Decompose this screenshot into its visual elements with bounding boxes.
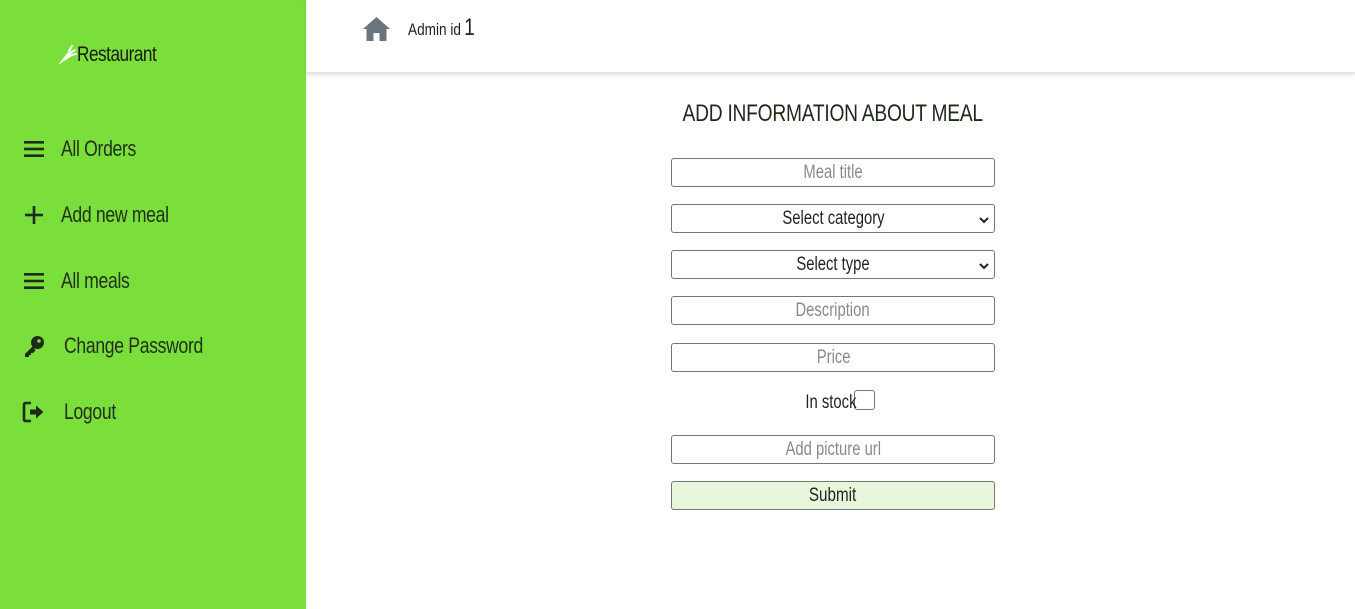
list-icon [22, 269, 46, 293]
sidebar-item-change-password[interactable]: Change Password [22, 331, 238, 361]
top-bar: Admin id 1 [306, 0, 1355, 73]
sidebar-item-add-new-meal[interactable]: Add new meal [22, 200, 196, 230]
sidebar-item-label: Change Password [64, 333, 204, 358]
logout-icon [22, 400, 46, 424]
sidebar-item-all-meals[interactable]: All meals [22, 266, 147, 296]
category-select-value: Select category [781, 207, 885, 229]
admin-label: Admin id [408, 20, 461, 39]
brand[interactable]: Restaurant [55, 40, 174, 70]
picture-url-input[interactable]: Add picture url [671, 435, 995, 464]
sidebar-item-logout[interactable]: Logout [22, 397, 129, 427]
admin-info: Admin id 1 [408, 14, 475, 42]
sidebar-item-label: All Orders [61, 136, 137, 161]
sidebar-item-label: All meals [61, 268, 130, 293]
type-select[interactable]: Select type [671, 250, 995, 279]
picture-url-placeholder: Add picture url [785, 438, 881, 460]
carrot-icon [55, 43, 77, 67]
submit-button[interactable]: Submit [671, 481, 995, 510]
sidebar-item-all-orders[interactable]: All Orders [22, 134, 155, 164]
in-stock-label: In stock [805, 392, 857, 413]
brand-name: Restaurant [77, 43, 157, 66]
price-input[interactable]: Price [671, 343, 995, 372]
price-placeholder: Price [816, 346, 851, 368]
list-icon [22, 137, 46, 161]
in-stock-checkbox[interactable] [854, 390, 876, 410]
key-icon [22, 334, 46, 358]
form-title: ADD INFORMATION ABOUT MEAL [682, 100, 984, 127]
sidebar-item-label: Add new meal [61, 202, 169, 227]
meal-title-input[interactable]: Meal title [671, 158, 995, 187]
chevron-down-icon [978, 213, 990, 225]
submit-label: Submit [809, 484, 857, 506]
admin-id: 1 [464, 14, 475, 41]
sidebar: Restaurant All Orders Add new meal All m… [0, 0, 306, 609]
category-select[interactable]: Select category [671, 204, 995, 233]
in-stock-row: In stock [671, 388, 995, 418]
description-placeholder: Description [795, 299, 871, 321]
description-input[interactable]: Description [671, 296, 995, 325]
home-icon[interactable] [362, 16, 391, 42]
chevron-down-icon [978, 259, 990, 271]
type-select-value: Select type [796, 253, 870, 275]
meal-title-placeholder: Meal title [803, 161, 863, 183]
plus-icon [22, 203, 46, 227]
sidebar-item-label: Logout [64, 399, 116, 424]
